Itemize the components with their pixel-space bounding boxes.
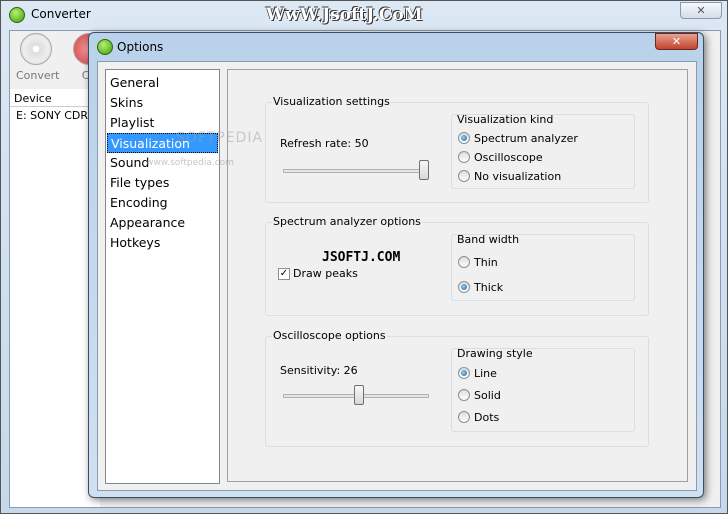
nav-item-hotkeys[interactable]: Hotkeys (107, 233, 218, 253)
refresh-rate-label: Refresh rate: 50 (280, 137, 369, 150)
radio-oscilloscope[interactable]: Oscilloscope (458, 149, 543, 165)
group-title: Band width (457, 233, 520, 246)
nav-item-file-types[interactable]: File types (107, 173, 218, 193)
radio-line[interactable]: Line (458, 365, 497, 381)
nav-item-encoding[interactable]: Encoding (107, 193, 218, 213)
disc-icon (20, 33, 52, 65)
jsoftj-watermark: JSOFTJ.COM (322, 250, 401, 265)
radio-label: Line (474, 366, 497, 380)
close-icon: ✕ (696, 4, 706, 17)
radio-icon (458, 411, 470, 423)
sensitivity-label: Sensitivity: 26 (280, 364, 358, 377)
device-item[interactable]: E: SONY CDRW (16, 109, 98, 122)
spectrum-options-group: Spectrum analyzer options JSOFTJ.COM ✓ Dr… (265, 215, 649, 316)
radio-icon (458, 151, 470, 163)
refresh-rate-slider-track[interactable] (283, 169, 429, 173)
radio-icon (458, 389, 470, 401)
draw-peaks-checkbox[interactable]: ✓ Draw peaks (278, 267, 358, 280)
radio-label: Dots (474, 410, 500, 424)
group-title: Visualization settings (272, 95, 391, 108)
radio-solid[interactable]: Solid (458, 387, 501, 403)
app-icon (9, 7, 25, 23)
watermark: WwW.JsoftJ.CoM (266, 5, 423, 25)
dialog-body: General Skins Playlist Visualization Sou… (97, 61, 697, 491)
radio-label: Oscilloscope (474, 150, 543, 164)
app-icon (97, 39, 113, 55)
radio-icon (458, 170, 470, 182)
radio-label: Spectrum analyzer (474, 131, 578, 145)
nav-item-general[interactable]: General (107, 73, 218, 93)
visualization-kind-group: Visualization kind Spectrum analyzer Osc… (451, 113, 635, 189)
convert-label: Convert (16, 69, 60, 82)
band-width-group: Band width Thin Thick (451, 233, 635, 301)
visualization-settings-group: Visualization settings Refresh rate: 50 … (265, 95, 649, 203)
checkbox-label: Draw peaks (293, 267, 358, 280)
radio-label: Solid (474, 388, 501, 402)
radio-spectrum-analyzer[interactable]: Spectrum analyzer (458, 130, 578, 146)
drawing-style-group: Drawing style Line Solid Dots (451, 347, 635, 432)
group-title: Oscilloscope options (272, 329, 387, 342)
radio-icon (458, 281, 470, 293)
radio-thin[interactable]: Thin (458, 254, 498, 270)
refresh-rate-slider-thumb[interactable] (419, 160, 429, 180)
close-icon: ✕ (671, 35, 682, 48)
device-list[interactable]: E: SONY CDRW (10, 107, 100, 507)
sensitivity-slider-thumb[interactable] (353, 385, 364, 405)
checkmark-icon: ✓ (278, 267, 290, 280)
radio-thick[interactable]: Thick (458, 279, 503, 295)
visualization-panel: Visualization settings Refresh rate: 50 … (227, 69, 688, 482)
dialog-close-button[interactable]: ✕ (655, 33, 698, 50)
nav-item-appearance[interactable]: Appearance (107, 213, 218, 233)
radio-icon (458, 256, 470, 268)
dialog-title: Options (117, 40, 164, 54)
nav-item-skins[interactable]: Skins (107, 93, 218, 113)
radio-label: Thin (474, 255, 498, 269)
oscilloscope-options-group: Oscilloscope options Sensitivity: 26 Dra… (265, 329, 649, 447)
close-button[interactable]: ✕ (680, 2, 722, 19)
group-title: Drawing style (457, 347, 533, 360)
window-title: Converter (31, 7, 91, 21)
options-nav-list[interactable]: General Skins Playlist Visualization Sou… (105, 69, 262, 484)
device-column-header[interactable]: Device (10, 89, 100, 107)
options-dialog: Options ✕ General Skins Playlist Visuali… (88, 32, 704, 498)
radio-icon (458, 132, 470, 144)
radio-no-visualization[interactable]: No visualization (458, 168, 561, 184)
radio-dots[interactable]: Dots (458, 409, 499, 425)
radio-icon (458, 367, 470, 379)
convert-button[interactable]: Convert (16, 33, 60, 82)
radio-label: No visualization (474, 169, 562, 183)
group-title: Visualization kind (457, 113, 554, 126)
radio-label: Thick (474, 280, 504, 294)
group-title: Spectrum analyzer options (272, 215, 422, 228)
softpedia-url-watermark: www.softpedia.com (146, 158, 234, 168)
